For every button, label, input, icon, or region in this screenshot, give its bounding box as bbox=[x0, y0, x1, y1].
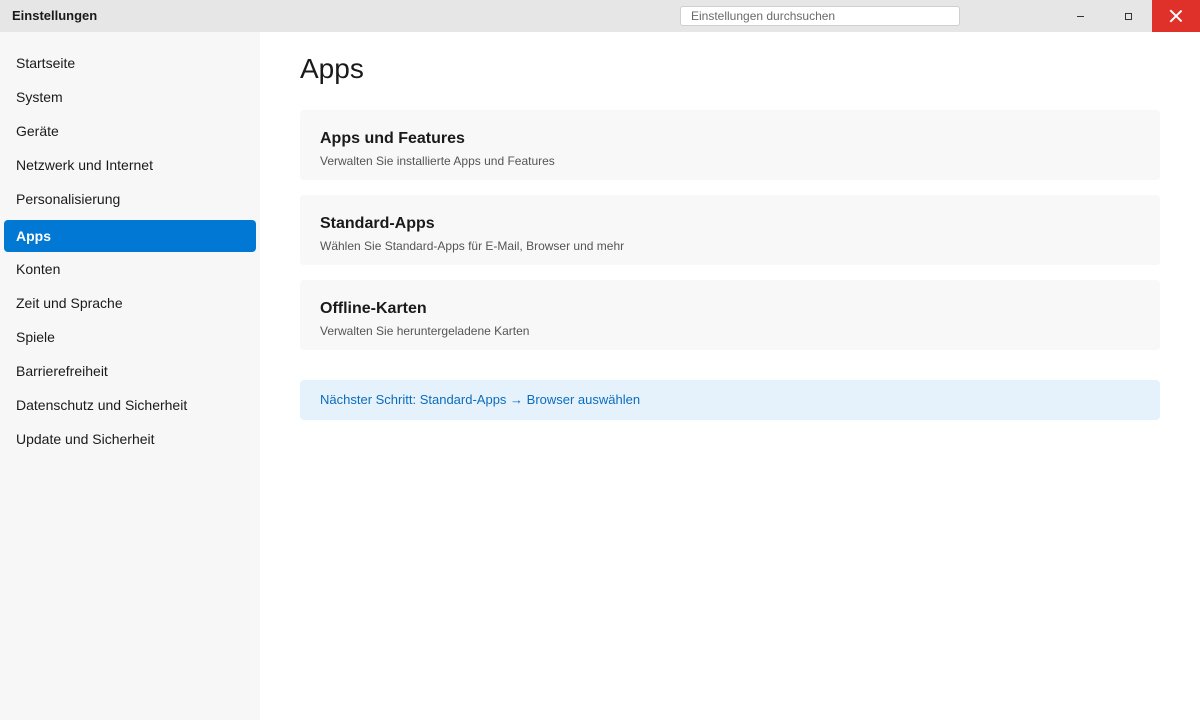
app-title: Einstellungen bbox=[12, 8, 98, 23]
sidebar-item-zeit-und-sprache[interactable]: Zeit und Sprache bbox=[4, 287, 256, 319]
card-title: Apps und Features bbox=[320, 130, 465, 147]
sidebar-item-update[interactable]: Update und Sicherheit bbox=[4, 423, 256, 455]
next-step-hint: Nächster Schritt: Standard-Apps → Browse… bbox=[300, 380, 1160, 420]
card-offline-karten[interactable]: Offline-Karten Verwalten Sie heruntergel… bbox=[300, 280, 1160, 350]
card-description: Verwalten Sie heruntergeladene Karten bbox=[320, 324, 530, 338]
search-input[interactable] bbox=[680, 6, 960, 26]
sidebar-item-barrierefreiheit[interactable]: Barrierefreiheit bbox=[4, 355, 256, 387]
card-title: Offline-Karten bbox=[320, 300, 427, 317]
sidebar-item-apps[interactable]: Apps bbox=[4, 220, 256, 252]
close-button[interactable] bbox=[1152, 0, 1200, 32]
sidebar-item-konten[interactable]: Konten bbox=[4, 253, 256, 285]
sidebar-item-netzwerk[interactable]: Netzwerk und Internet bbox=[4, 149, 256, 181]
sidebar-item-datenschutz[interactable]: Datenschutz und Sicherheit bbox=[4, 389, 256, 421]
card-title: Standard-Apps bbox=[320, 215, 435, 232]
card-standard-apps[interactable]: Standard-Apps Wählen Sie Standard-Apps f… bbox=[300, 195, 1160, 265]
page-title: Apps bbox=[300, 53, 364, 84]
close-icon bbox=[1169, 9, 1183, 23]
title-bar: Einstellungen bbox=[0, 0, 1200, 32]
minimize-icon bbox=[1076, 15, 1084, 17]
main-content: Apps Apps und Features Verwalten Sie ins… bbox=[260, 32, 1200, 720]
sidebar-item-geraete[interactable]: Geräte bbox=[4, 115, 256, 147]
sidebar-item-spiele[interactable]: Spiele bbox=[4, 321, 256, 353]
minimize-button[interactable] bbox=[1056, 0, 1104, 32]
maximize-button[interactable] bbox=[1104, 0, 1152, 32]
sidebar: Startseite System Geräte Netzwerk und In… bbox=[0, 32, 260, 720]
card-description: Verwalten Sie installierte Apps und Feat… bbox=[320, 154, 555, 168]
sidebar-item-startseite[interactable]: Startseite bbox=[4, 47, 256, 79]
maximize-icon bbox=[1124, 12, 1132, 20]
card-apps-und-features[interactable]: Apps und Features Verwalten Sie installi… bbox=[300, 110, 1160, 180]
sidebar-item-personalisierung[interactable]: Personalisierung bbox=[4, 183, 256, 215]
sidebar-item-system[interactable]: System bbox=[4, 81, 256, 113]
card-description: Wählen Sie Standard-Apps für E-Mail, Bro… bbox=[320, 239, 625, 253]
